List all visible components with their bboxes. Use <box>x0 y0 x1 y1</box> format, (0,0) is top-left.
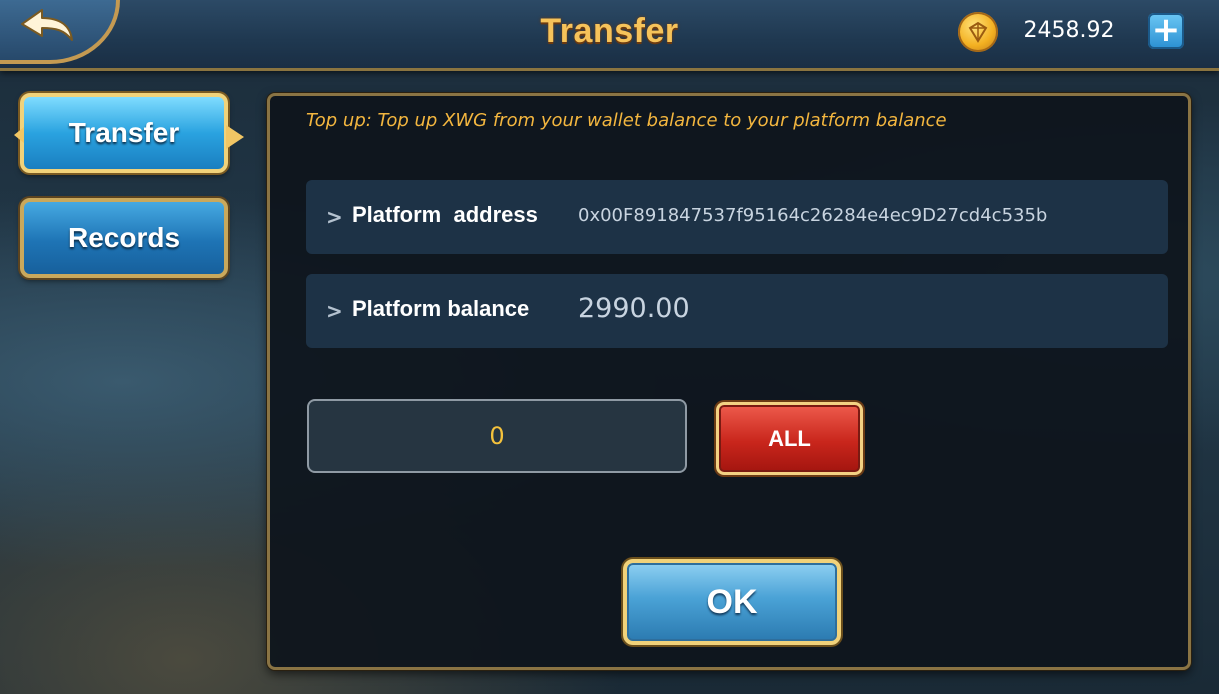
active-tab-indicator <box>226 125 244 149</box>
tab-transfer[interactable]: Transfer <box>14 93 244 173</box>
platform-address-value: 0x00F891847537f95164c26284e4ec9D27cd4c53… <box>578 205 1048 226</box>
platform-address-row: > Platform address 0x00F891847537f95164c… <box>306 180 1168 254</box>
tab-records-label: Records <box>67 222 181 253</box>
platform-balance-label: Platform balance <box>352 296 530 321</box>
top-up-hint: Top up: Top up XWG from your wallet bala… <box>306 110 947 131</box>
chevron-right-icon: > <box>326 205 343 229</box>
add-funds-button[interactable]: + <box>1148 10 1184 50</box>
coin-icon <box>958 12 998 52</box>
transfer-panel: Top up: Top up XWG from your wallet bala… <box>267 93 1191 670</box>
top-bar: Transfer 2458.92 + <box>0 0 1219 71</box>
all-button[interactable]: ALL <box>716 402 863 475</box>
tab-left-ornament <box>14 127 24 143</box>
tab-transfer-label: Transfer <box>68 117 180 148</box>
amount-input[interactable] <box>307 399 687 473</box>
platform-balance-value: 2990.00 <box>578 293 690 324</box>
balance-value: 2458.92 <box>1023 18 1115 43</box>
chevron-right-icon: > <box>326 299 343 323</box>
wallet-balance: 2458.92 + <box>958 10 1188 54</box>
tab-records[interactable]: Records <box>20 198 228 278</box>
platform-address-label: Platform address <box>352 202 538 227</box>
ok-button[interactable]: OK <box>623 559 841 645</box>
plus-icon: + <box>1151 10 1181 50</box>
platform-balance-row: > Platform balance 2990.00 <box>306 274 1168 348</box>
